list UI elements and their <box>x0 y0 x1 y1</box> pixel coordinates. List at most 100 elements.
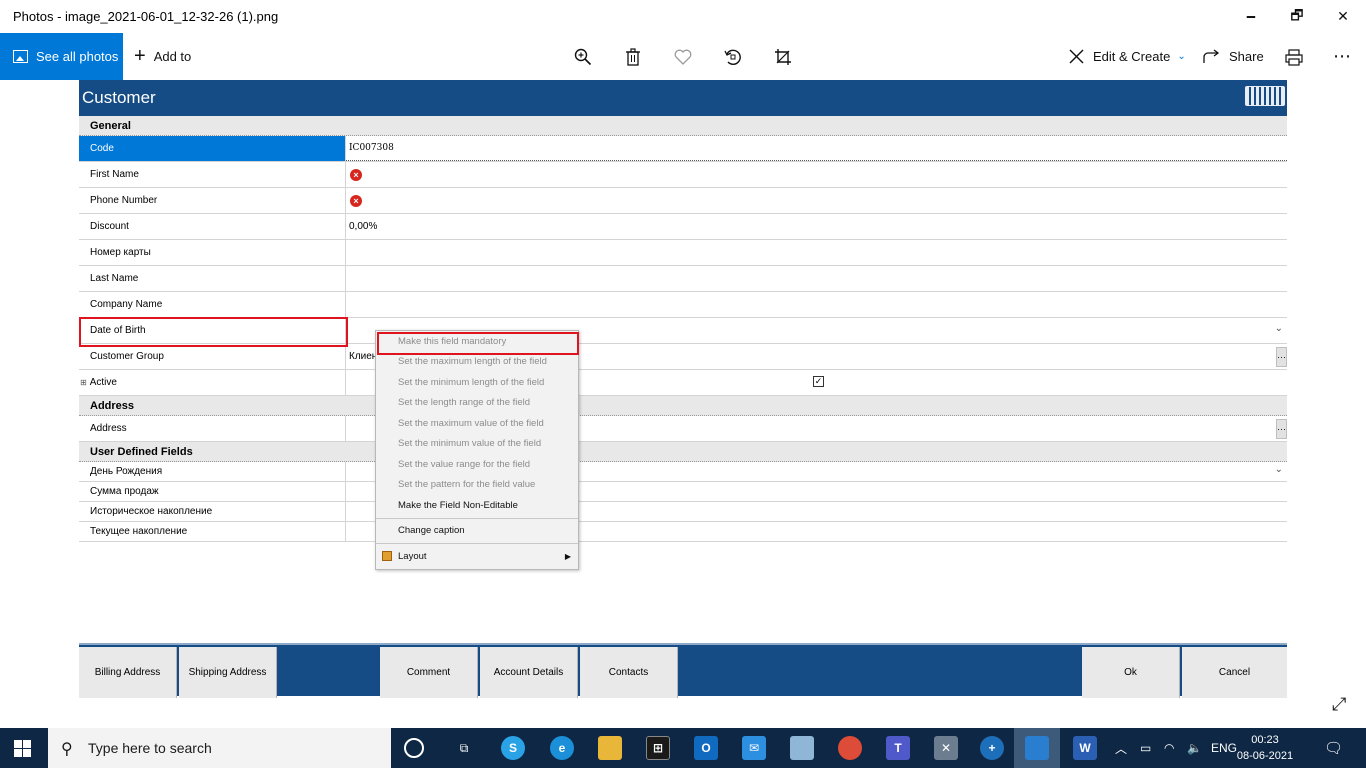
notification-icon[interactable]: 🗨 <box>1324 728 1343 768</box>
cortana-icon[interactable] <box>404 738 424 758</box>
crop-icon[interactable] <box>771 45 795 69</box>
submenu-arrow-icon: ▶ <box>564 551 571 561</box>
form-title: Customer <box>82 88 156 107</box>
tab-comment[interactable]: Comment <box>380 647 478 698</box>
close-button[interactable]: ✕ <box>1320 0 1366 33</box>
volume-icon[interactable]: 🔈 <box>1187 728 1202 768</box>
row-active[interactable]: ⊞ Active ✓ <box>79 370 1287 396</box>
row-first-name[interactable]: First Name × <box>79 162 1287 188</box>
menu-item-layout[interactable]: Layout ▶ <box>376 546 578 567</box>
menu-item-length-range[interactable]: Set the length range of the field <box>376 393 578 414</box>
discount-value[interactable]: 0,00% <box>346 214 1287 239</box>
chevron-down-icon: ⌄ <box>1177 51 1186 62</box>
word-icon[interactable]: W <box>1073 736 1097 760</box>
print-icon[interactable] <box>1282 45 1306 69</box>
checkbox-checked-icon[interactable]: ✓ <box>813 376 824 387</box>
row-code[interactable]: Code IC007308 <box>79 136 1287 162</box>
menu-item-min-value[interactable]: Set the minimum value of the field <box>376 434 578 455</box>
taskbar-clock[interactable]: 00:23 08-06-2021 <box>1236 732 1294 764</box>
tab-contacts[interactable]: Contacts <box>580 647 678 698</box>
active-label-cell: ⊞ Active <box>79 370 346 395</box>
share-icon <box>1203 49 1220 63</box>
outlook-icon[interactable]: O <box>694 736 718 760</box>
bottom-tab-bar: Billing Address Shipping Address Comment… <box>79 643 1287 698</box>
edit-create-button[interactable]: Edit & Create ⌄ <box>1068 33 1186 80</box>
more-options-button[interactable]: ⋯ <box>1333 33 1351 80</box>
tab-shipping-address[interactable]: Shipping Address <box>179 647 277 698</box>
menu-item-change-caption[interactable]: Change caption <box>376 521 578 542</box>
edit-icon <box>1069 49 1084 64</box>
row-phone-number[interactable]: Phone Number × <box>79 188 1287 214</box>
cancel-button[interactable]: Cancel <box>1182 647 1287 698</box>
see-all-photos-button[interactable]: See all photos <box>0 33 123 80</box>
customer-group-value: Клиен <box>349 351 378 362</box>
expand-icon[interactable]: ⤢ <box>1332 694 1352 714</box>
menu-item-min-length[interactable]: Set the minimum length of the field <box>376 372 578 393</box>
wifi-icon[interactable]: ◠ <box>1164 728 1174 768</box>
row-company-name[interactable]: Company Name <box>79 292 1287 318</box>
language-indicator[interactable]: ENG <box>1211 728 1237 768</box>
row-historic-accum[interactable]: Историческое накопление <box>79 502 1287 522</box>
battery-icon[interactable]: ▭ <box>1140 728 1151 768</box>
chevron-down-icon[interactable]: ⌄ <box>1275 464 1283 475</box>
menu-item-value-range[interactable]: Set the value range for the field <box>376 454 578 475</box>
taskbar-search-box[interactable]: ⚲ Type here to search <box>48 728 391 768</box>
edge-browser-icon[interactable]: e <box>550 736 574 760</box>
menu-separator <box>376 517 578 519</box>
row-birthday[interactable]: День Рождения ⌄ <box>79 462 1287 482</box>
historic-accum-label: Историческое накопление <box>79 502 346 521</box>
tray-chevron-up-icon[interactable]: ︿ <box>1115 728 1127 768</box>
share-label: Share <box>1229 49 1264 64</box>
menu-item-pattern[interactable]: Set the pattern for the field value <box>376 475 578 496</box>
minimize-button[interactable]: 🗕 <box>1228 0 1274 33</box>
keyboard-icon[interactable] <box>1245 86 1285 106</box>
first-name-field[interactable]: × <box>346 162 1287 187</box>
card-number-field[interactable] <box>346 240 1287 265</box>
plus-icon: + <box>134 45 146 67</box>
notepad-icon[interactable] <box>790 736 814 760</box>
rotate-icon[interactable] <box>721 45 745 69</box>
tools-icon[interactable]: ✕ <box>934 736 958 760</box>
row-current-accum[interactable]: Текущее накопление <box>79 522 1287 542</box>
chrome-icon[interactable] <box>838 736 862 760</box>
maximize-button[interactable]: 🗗 <box>1274 0 1320 33</box>
company-name-field[interactable] <box>346 292 1287 317</box>
ok-button[interactable]: Ok <box>1082 647 1180 698</box>
tab-account-details[interactable]: Account Details <box>480 647 578 698</box>
ellipsis-button[interactable]: ··· <box>1276 347 1287 367</box>
skype-icon[interactable]: S <box>501 736 525 760</box>
file-explorer-icon[interactable] <box>598 736 622 760</box>
task-view-icon[interactable]: ⧉ <box>452 736 476 760</box>
expand-icon[interactable]: ⊞ <box>80 378 87 387</box>
delete-icon[interactable] <box>621 45 645 69</box>
windows-taskbar: ⚲ Type here to search ⧉ S e ⊞ O ✉ T ✕ + … <box>0 728 1366 768</box>
mail-icon[interactable]: ✉ <box>742 736 766 760</box>
menu-item-max-value[interactable]: Set the maximum value of the field <box>376 413 578 434</box>
form-header: Customer <box>79 80 1287 116</box>
menu-item-non-editable[interactable]: Make the Field Non-Editable <box>376 495 578 516</box>
row-customer-group[interactable]: Customer Group Клиен ··· <box>79 344 1287 370</box>
phone-number-field[interactable]: × <box>346 188 1287 213</box>
tab-billing-address[interactable]: Billing Address <box>79 647 177 698</box>
phone-number-label: Phone Number <box>79 188 346 213</box>
code-value[interactable]: IC007308 <box>346 136 1287 161</box>
ellipsis-button[interactable]: ··· <box>1276 419 1287 439</box>
add-to-button[interactable]: + Add to <box>134 33 191 80</box>
row-address[interactable]: Address ··· <box>79 416 1287 442</box>
zoom-in-icon[interactable] <box>571 45 595 69</box>
row-card-number[interactable]: Номер карты <box>79 240 1287 266</box>
chevron-down-icon[interactable]: ⌄ <box>1275 323 1283 334</box>
photos-icon[interactable] <box>1025 736 1049 760</box>
microsoft-store-icon[interactable]: ⊞ <box>646 736 670 760</box>
row-last-name[interactable]: Last Name <box>79 266 1287 292</box>
customer-group-label: Customer Group <box>79 344 346 369</box>
app-plus-icon[interactable]: + <box>980 736 1004 760</box>
error-icon: × <box>350 194 362 207</box>
teams-icon[interactable]: T <box>886 736 910 760</box>
favorite-heart-icon[interactable] <box>671 45 695 69</box>
share-button[interactable]: Share <box>1203 33 1264 80</box>
row-sales-sum[interactable]: Сумма продаж <box>79 482 1287 502</box>
row-discount[interactable]: Discount 0,00% <box>79 214 1287 240</box>
last-name-field[interactable] <box>346 266 1287 291</box>
windows-start-icon[interactable] <box>14 740 31 757</box>
